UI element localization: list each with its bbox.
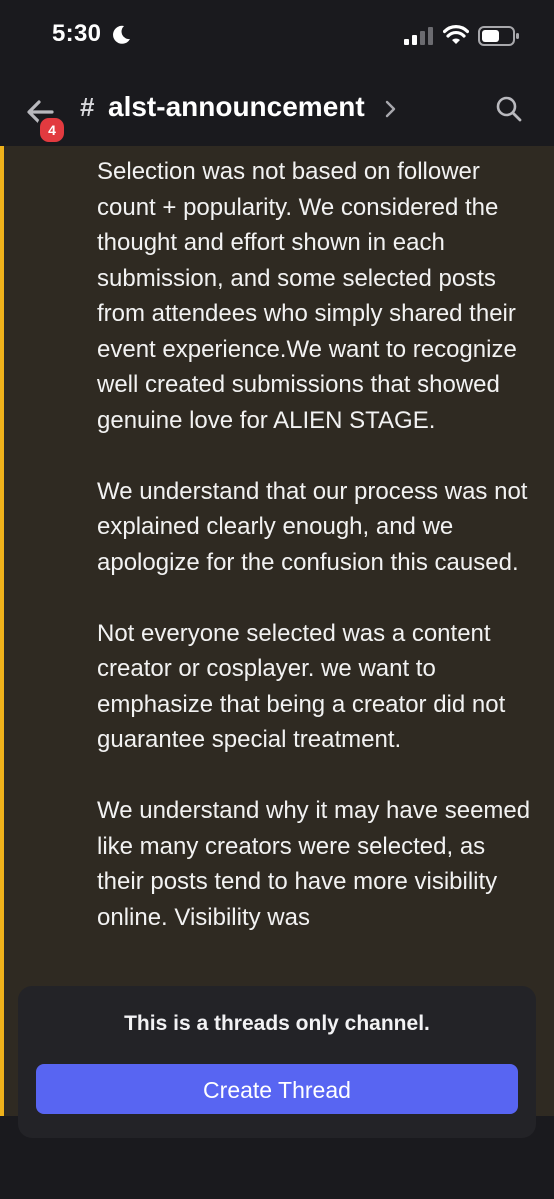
message-paragraph: We understand why it may have seemed lik… (97, 797, 531, 931)
threads-only-notice: This is a threads only channel. (124, 1012, 430, 1035)
threads-only-panel: This is a threads only channel. Create T… (18, 986, 536, 1138)
status-bar: 5:30 (0, 0, 554, 74)
create-thread-button[interactable]: Create Thread (36, 1064, 518, 1114)
unread-badge: 4 (37, 115, 67, 145)
moon-icon (113, 25, 130, 44)
battery-icon (478, 26, 519, 46)
search-icon[interactable] (494, 94, 524, 124)
mention-highlight-bar (0, 146, 4, 1116)
chevron-right-icon[interactable] (384, 99, 398, 119)
channel-header: 4 # alst-announcement (0, 74, 554, 146)
message-paragraph: Not everyone selected was a content crea… (97, 619, 506, 754)
wifi-icon (443, 25, 469, 44)
signal-icon (404, 27, 433, 45)
message-paragraph: Selection was not based on follower coun… (97, 158, 517, 434)
channel-hash-icon: # (80, 92, 95, 122)
channel-name[interactable]: alst-announcement (108, 91, 365, 123)
message-paragraph: We understand that our process was not e… (97, 477, 528, 576)
message-area: Selection was not based on follower coun… (0, 146, 554, 1116)
message-body: Selection was not based on follower coun… (97, 154, 537, 971)
status-time: 5:30 (52, 20, 102, 47)
